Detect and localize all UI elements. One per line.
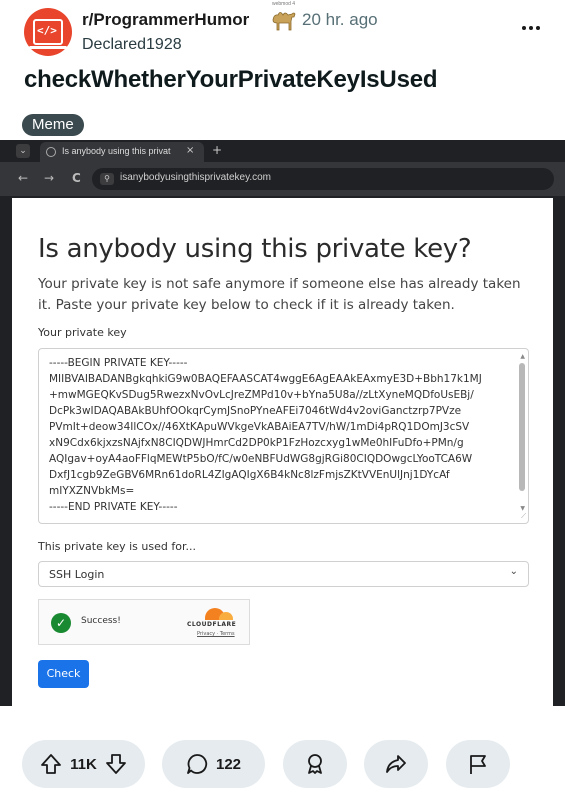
key-label: Your private key <box>38 326 127 339</box>
share-icon <box>386 755 406 773</box>
tab-menu-icon: ⌄ <box>16 144 30 158</box>
cloudflare-logo-icon <box>197 606 237 620</box>
vote-count: 11K <box>70 755 97 773</box>
browser-tab-bar: ⌄ Is anybody using this privat × + <box>0 140 565 162</box>
post-action-bar: 11K 122 <box>0 740 565 790</box>
vote-pill: 11K <box>22 740 145 788</box>
comment-count: 122 <box>215 755 242 773</box>
private-key-text: -----BEGIN PRIVATE KEY----- MIIBVAIBADAN… <box>49 357 482 513</box>
textarea-scrollbar <box>519 363 525 491</box>
subreddit-name[interactable]: r/ProgrammerHumor <box>82 10 249 30</box>
report-flag-icon <box>470 755 486 774</box>
downvote-icon[interactable] <box>105 753 127 775</box>
award-icon <box>308 754 322 774</box>
subreddit-avatar[interactable] <box>24 8 72 56</box>
captcha-widget: ✓ Success! CLOUDFLARE Privacy · Terms <box>38 599 250 645</box>
browser-nav-bar: ← → C ⚲ isanybodyusingthisprivatekey.com <box>0 162 565 196</box>
forward-icon: → <box>44 171 55 185</box>
comments-button[interactable]: 122 <box>162 740 265 788</box>
upvote-icon[interactable] <box>40 753 62 775</box>
comment-icon <box>187 754 208 774</box>
award-button[interactable] <box>283 740 347 788</box>
captcha-status: Success! <box>81 616 121 626</box>
subreddit-line: r/ProgrammerHumor <box>82 10 249 30</box>
reload-icon: C <box>72 171 81 185</box>
captcha-brand: CLOUDFLARE <box>187 621 237 628</box>
dot-icon <box>529 26 533 30</box>
tab-title: Is anybody using this privat <box>62 146 171 156</box>
globe-icon <box>46 147 56 157</box>
site-info-icon: ⚲ <box>100 173 114 185</box>
private-key-textarea: -----BEGIN PRIVATE KEY----- MIIBVAIBADAN… <box>38 348 529 524</box>
report-button[interactable] <box>446 740 510 788</box>
dot-icon <box>522 26 526 30</box>
scroll-down-icon: ▼ <box>520 505 525 512</box>
post-image[interactable]: ⌄ Is anybody using this privat × + ← → C… <box>0 140 565 706</box>
page-heading: Is anybody using this private key? <box>38 234 472 264</box>
post-author[interactable]: Declared1928 <box>82 36 182 54</box>
dot-icon <box>536 26 540 30</box>
post-time: 20 hr. ago <box>302 10 378 29</box>
captcha-links: Privacy · Terms <box>197 631 235 637</box>
address-bar: ⚲ isanybodyusingthisprivatekey.com <box>92 168 554 190</box>
scroll-up-icon: ▲ <box>520 353 525 360</box>
close-icon: × <box>186 145 195 156</box>
more-options-button[interactable] <box>518 18 544 38</box>
check-button: Check <box>38 660 89 688</box>
chevron-down-icon: ⌄ <box>509 566 518 577</box>
post-flair[interactable]: Meme <box>22 114 84 136</box>
page-description: Your private key is not safe anymore if … <box>38 276 521 313</box>
back-icon: ← <box>18 171 29 185</box>
check-icon: ✓ <box>51 613 71 633</box>
use-select: SSH Login ⌄ <box>38 561 529 587</box>
resize-grip-icon: ⟋ <box>521 512 526 520</box>
post-header: r/ProgrammerHumor webmod 4 20 hr. ago De… <box>0 0 565 140</box>
webpage: Is anybody using this private key? Your … <box>12 198 553 706</box>
new-tab-icon: + <box>212 143 223 157</box>
url-text: isanybodyusingthisprivatekey.com <box>120 172 272 183</box>
share-button[interactable] <box>364 740 428 788</box>
use-label: This private key is used for... <box>38 540 196 553</box>
camel-award-icon <box>272 12 296 31</box>
code-laptop-icon <box>29 19 67 49</box>
use-select-value: SSH Login <box>49 568 105 581</box>
browser-tab: Is anybody using this privat × <box>40 142 204 162</box>
post-title[interactable]: checkWhetherYourPrivateKeyIsUsed <box>24 66 438 94</box>
